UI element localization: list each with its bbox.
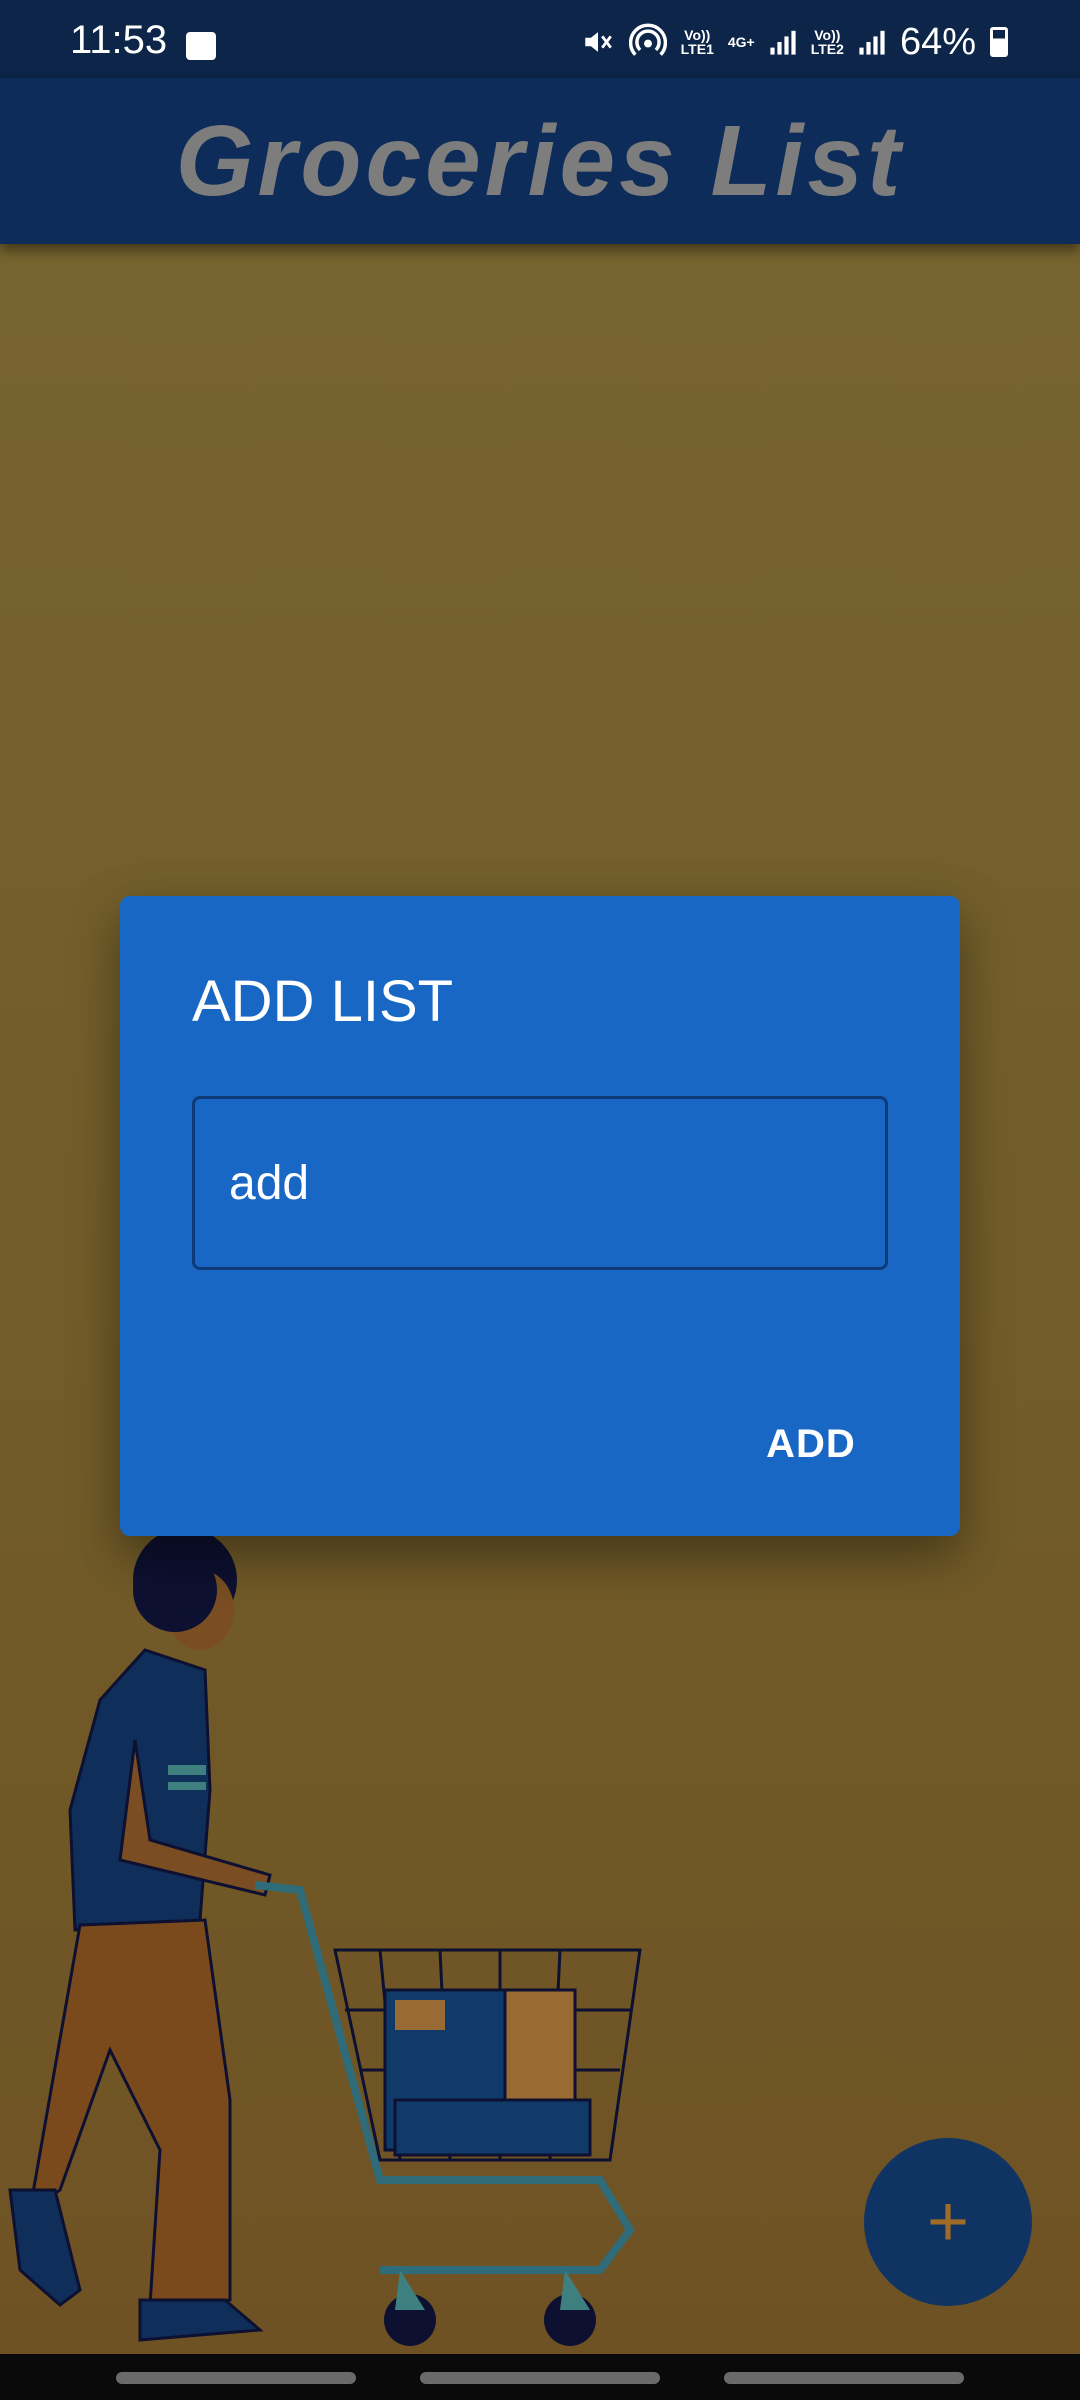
shopper-with-cart-illustration: [8, 1530, 642, 2346]
add-button[interactable]: ADD: [746, 1408, 876, 1480]
add-fab[interactable]: +: [864, 2138, 1032, 2306]
volte-lte2-label: Vo)) LTE2: [810, 27, 844, 57]
hotspot-icon: [628, 23, 667, 61]
nav-back-button[interactable]: [724, 2372, 964, 2384]
network-type-label: 4G+: [727, 34, 755, 50]
mute-icon: [581, 25, 615, 59]
battery-charging-icon: [990, 27, 1008, 57]
status-time: 11:53: [70, 18, 168, 62]
system-navigation-bar: [0, 2354, 1080, 2400]
signal-1-icon: [769, 27, 797, 57]
dialog-title: ADD LIST: [192, 969, 454, 1034]
volte-lte1-label: Vo)) LTE1: [680, 27, 714, 57]
list-name-input[interactable]: [192, 1096, 888, 1270]
nav-recents-button[interactable]: [116, 2372, 356, 2384]
status-icons: Vo)) LTE1 4G+ Vo)) LTE2 64%: [581, 22, 1008, 62]
app-title: Groceries List: [175, 104, 905, 217]
app-bar: Groceries List: [0, 78, 1080, 244]
nav-home-button[interactable]: [420, 2372, 660, 2384]
plus-icon: +: [926, 2182, 970, 2262]
status-bar: 11:53 Vo)) LTE1 4G+ Vo)) LTE2 64%: [0, 0, 1080, 78]
signal-2-icon: [858, 27, 886, 57]
gallery-notification-icon: [186, 32, 216, 60]
add-list-dialog: ADD LIST ADD: [120, 896, 960, 1536]
battery-percent: 64%: [899, 21, 976, 63]
